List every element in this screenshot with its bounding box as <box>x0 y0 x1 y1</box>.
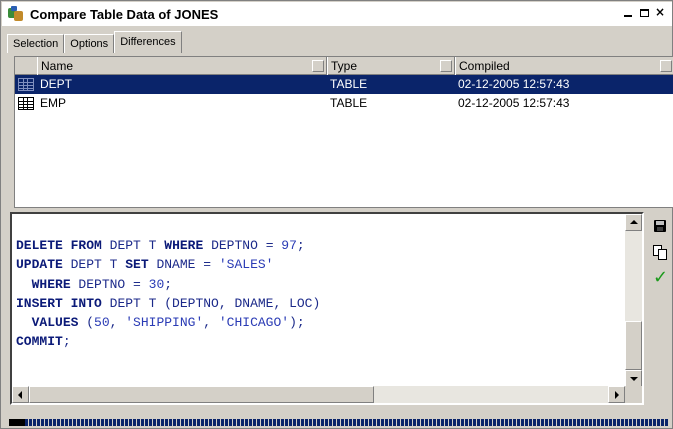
sql-editor[interactable]: DELETE FROM DEPT T WHERE DEPTNO = 97; UPD… <box>10 212 644 405</box>
sort-box[interactable] <box>660 60 672 72</box>
scroll-down-button[interactable] <box>625 370 642 387</box>
compare-window: Compare Table Data of JONES × Selection … <box>0 0 673 429</box>
apply-button[interactable]: ✓ <box>651 269 669 287</box>
sort-box[interactable] <box>312 60 324 72</box>
scroll-left-button[interactable] <box>12 386 29 403</box>
row-type: TABLE <box>330 77 368 91</box>
sql-line: WHERE DEPTNO = 30; <box>31 276 173 292</box>
progress-fill <box>9 419 669 426</box>
row-compiled: 02-12-2005 12:57:43 <box>458 96 570 110</box>
tab-differences[interactable]: Differences <box>114 31 182 53</box>
sort-box[interactable] <box>440 60 452 72</box>
window-title: Compare Table Data of JONES <box>30 6 219 22</box>
save-button[interactable] <box>651 217 669 235</box>
column-header-name[interactable]: Name <box>37 57 327 75</box>
sql-line: UPDATE DEPT T SET DNAME = 'SALES' <box>16 257 274 273</box>
window-controls: × <box>620 6 668 20</box>
scrollbar-corner <box>625 386 642 403</box>
row-name: EMP <box>40 96 67 110</box>
horizontal-scroll-thumb[interactable] <box>29 386 374 403</box>
progress-start <box>9 419 25 426</box>
scroll-up-button[interactable] <box>625 214 642 231</box>
maximize-button[interactable] <box>636 6 652 20</box>
column-header-compiled[interactable]: Compiled <box>455 57 673 75</box>
vertical-scrollbar[interactable] <box>625 214 642 387</box>
tab-selection[interactable]: Selection <box>7 34 65 53</box>
scroll-right-button[interactable] <box>608 386 625 403</box>
column-header-type[interactable]: Type <box>327 57 455 75</box>
sql-line: VALUES (50, 'SHIPPING', 'CHICAGO'); <box>31 315 305 331</box>
table-row[interactable]: EMP TABLE 02-12-2005 12:57:43 <box>15 94 673 113</box>
close-button[interactable]: × <box>652 6 668 20</box>
table-icon <box>18 97 34 110</box>
sql-line: COMMIT; <box>16 334 71 350</box>
tab-strip: Selection Options Differences <box>7 31 182 53</box>
differences-grid: Name Type Compiled DEPT TABLE 02-12-2005… <box>14 56 673 208</box>
table-icon <box>18 78 34 91</box>
minimize-button[interactable] <box>620 6 636 20</box>
arrow-right-icon <box>615 391 619 399</box>
app-icon <box>8 6 24 22</box>
arrow-left-icon <box>18 391 22 399</box>
table-row[interactable]: DEPT TABLE 02-12-2005 12:57:43 <box>15 75 673 94</box>
copy-button[interactable] <box>651 243 669 261</box>
arrow-up-icon <box>630 220 638 224</box>
arrow-down-icon <box>630 377 638 381</box>
row-compiled: 02-12-2005 12:57:43 <box>458 77 570 91</box>
save-icon <box>654 220 666 232</box>
horizontal-scrollbar[interactable] <box>12 386 625 403</box>
side-toolbar: ✓ <box>651 217 671 295</box>
row-type: TABLE <box>330 96 368 110</box>
sql-line: DELETE FROM DEPT T WHERE DEPTNO = 97; <box>16 238 305 253</box>
progress-bar <box>9 419 669 426</box>
grid-header: Name Type Compiled <box>15 57 673 75</box>
vertical-scroll-thumb[interactable] <box>625 321 642 370</box>
sql-script[interactable]: DELETE FROM DEPT T WHERE DEPTNO = 97; UPD… <box>16 236 320 352</box>
title-bar[interactable]: Compare Table Data of JONES × <box>2 2 672 26</box>
row-name: DEPT <box>40 77 73 91</box>
tab-options[interactable]: Options <box>64 34 115 53</box>
sql-line: INSERT INTO DEPT T (DEPTNO, DNAME, LOC) <box>16 295 321 311</box>
check-icon: ✓ <box>653 267 669 288</box>
